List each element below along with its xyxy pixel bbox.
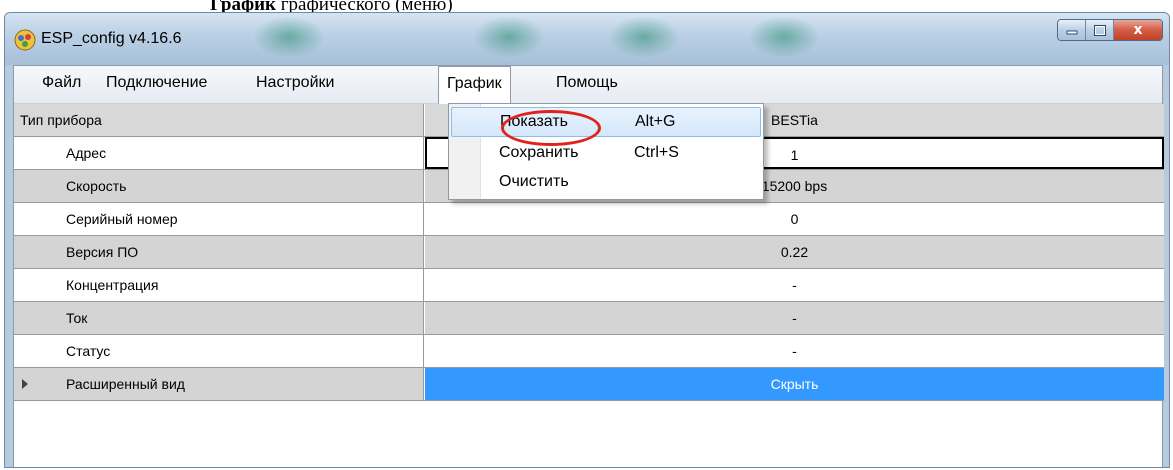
- menu-item-label: Показать: [500, 113, 569, 130]
- row-label: Концентрация: [14, 269, 424, 301]
- menu-item-show[interactable]: Показать Alt+G: [451, 107, 761, 137]
- menu-graph[interactable]: График: [438, 66, 511, 104]
- minimize-button[interactable]: [1058, 20, 1086, 40]
- expand-arrow-icon[interactable]: [22, 379, 28, 389]
- app-window: ESP_config v4.16.6 x Файл Подключение На: [4, 12, 1170, 468]
- menu-file[interactable]: Файл: [42, 74, 81, 92]
- menu-item-label: Сохранить: [499, 144, 579, 161]
- row-label: Расширенный вид: [14, 368, 424, 400]
- row-label: Ток: [14, 302, 424, 334]
- row-value: -: [425, 269, 1164, 301]
- row-label: Скорость: [14, 170, 424, 202]
- title-glow: [750, 17, 818, 57]
- grid-row-concentration[interactable]: Концентрация -: [14, 269, 1164, 302]
- row-value: -: [425, 335, 1164, 367]
- title-glow: [610, 17, 678, 57]
- menu-settings[interactable]: Настройки: [256, 74, 334, 92]
- grid-row-serial[interactable]: Серийный номер 0: [14, 203, 1164, 236]
- row-value: 0.22: [425, 236, 1164, 268]
- row-label: Статус: [14, 335, 424, 367]
- menu-item-clear[interactable]: Очистить: [451, 168, 761, 198]
- menu-item-label: Очистить: [499, 173, 569, 190]
- grid-row-status[interactable]: Статус -: [14, 335, 1164, 368]
- menu-bar: Файл Подключение Настройки График Помощь: [14, 66, 1162, 104]
- window-title: ESP_config v4.16.6: [41, 30, 182, 47]
- grid-row-current[interactable]: Ток -: [14, 302, 1164, 335]
- title-bar[interactable]: ESP_config v4.16.6 x: [5, 13, 1169, 65]
- row-label: Версия ПО: [14, 236, 424, 268]
- menu-connection[interactable]: Подключение: [106, 74, 207, 92]
- grid-row-firmware[interactable]: Версия ПО 0.22: [14, 236, 1164, 269]
- row-value: 0: [425, 203, 1164, 235]
- maximize-icon: [1093, 24, 1106, 36]
- minimize-icon: [1066, 30, 1077, 35]
- menu-item-save[interactable]: Сохранить Ctrl+S: [451, 139, 761, 169]
- maximize-button[interactable]: [1086, 20, 1114, 40]
- close-button[interactable]: x: [1114, 20, 1162, 40]
- row-label: Серийный номер: [14, 203, 424, 235]
- title-glow: [475, 17, 543, 57]
- client-area: Файл Подключение Настройки График Помощь…: [13, 65, 1164, 467]
- hide-button[interactable]: Скрыть: [425, 368, 1164, 400]
- menu-help[interactable]: Помощь: [556, 74, 618, 92]
- row-label: Адрес: [14, 137, 424, 169]
- grid-row-extended-view[interactable]: Расширенный вид Скрыть: [14, 368, 1164, 401]
- row-value: -: [425, 302, 1164, 334]
- caption-buttons: x: [1057, 19, 1163, 41]
- menu-item-shortcut: Ctrl+S: [634, 144, 679, 161]
- app-icon: [14, 29, 36, 51]
- row-label-text: Расширенный вид: [66, 376, 185, 392]
- menu-item-shortcut: Alt+G: [635, 113, 676, 130]
- graph-dropdown-menu: Показать Alt+G Сохранить Ctrl+S Очистить: [448, 103, 764, 200]
- close-icon: x: [1133, 22, 1143, 38]
- row-label: Тип прибора: [14, 104, 424, 136]
- title-glow: [255, 17, 323, 57]
